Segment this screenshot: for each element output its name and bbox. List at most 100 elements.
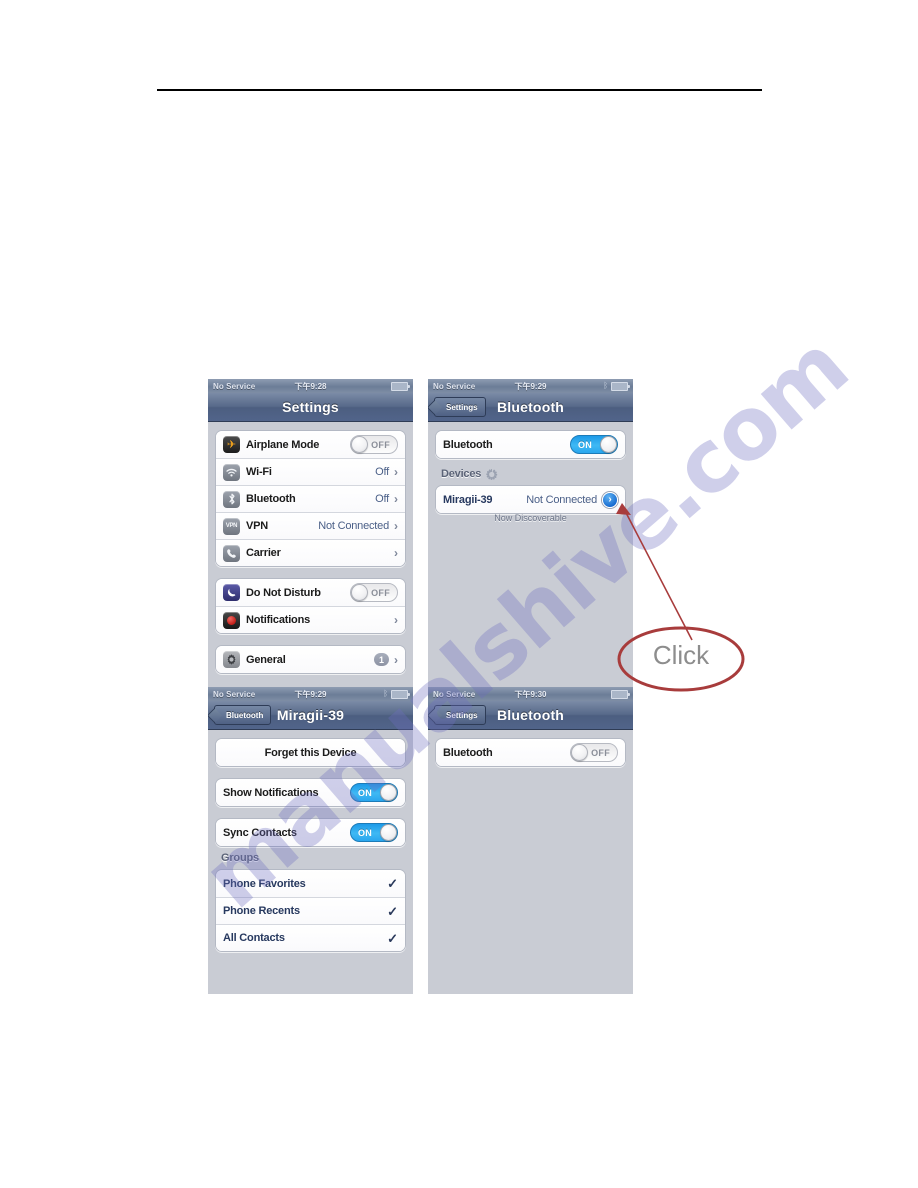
nav-bar: Settings Bluetooth bbox=[428, 701, 633, 730]
airplane-mode-switch[interactable]: OFF bbox=[350, 435, 398, 454]
switch-state-label: ON bbox=[358, 827, 373, 838]
row-label: VPN bbox=[246, 520, 269, 532]
battery-icon bbox=[391, 689, 410, 699]
row-all-contacts[interactable]: All Contacts ✓ bbox=[216, 924, 405, 951]
device-name: Miragii-39 bbox=[443, 493, 493, 506]
switch-knob bbox=[380, 784, 397, 801]
settings-group-alerts: Do Not Disturb OFF Notifications › bbox=[215, 578, 406, 634]
row-carrier[interactable]: Carrier › bbox=[216, 539, 405, 566]
battery-icon bbox=[611, 689, 630, 699]
row-airplane-mode[interactable]: ✈ Airplane Mode OFF bbox=[216, 431, 405, 458]
row-label: Phone Recents bbox=[223, 905, 300, 917]
checkmark-icon: ✓ bbox=[387, 930, 398, 946]
switch-state-label: OFF bbox=[371, 587, 390, 598]
sync-contacts-group: Sync Contacts ON bbox=[215, 818, 406, 847]
screen-bluetooth-on: No Service 下午9:29 ᛒ Settings Bluetooth B… bbox=[428, 379, 633, 687]
switch-state-label: OFF bbox=[591, 747, 610, 758]
settings-group-connectivity: ✈ Airplane Mode OFF Wi-Fi Off › Bluetoot… bbox=[215, 430, 406, 567]
header-rule bbox=[157, 89, 762, 91]
screen-device-detail: No Service 下午9:29 ᛒ Bluetooth Miragii-39… bbox=[208, 687, 413, 994]
bluetooth-toggle-group: Bluetooth OFF bbox=[435, 738, 626, 767]
show-notifications-switch[interactable]: ON bbox=[350, 783, 398, 802]
row-do-not-disturb[interactable]: Do Not Disturb OFF bbox=[216, 579, 405, 606]
row-right: ✓ bbox=[387, 877, 398, 890]
row-general[interactable]: General 1 › bbox=[216, 646, 405, 673]
click-label: Click bbox=[652, 640, 710, 670]
row-right: 1 › bbox=[374, 653, 398, 666]
chevron-right-circle-icon[interactable]: › bbox=[602, 491, 618, 508]
row-sync-contacts[interactable]: Sync Contacts ON bbox=[216, 819, 405, 846]
bluetooth-off-content: Bluetooth OFF bbox=[428, 730, 633, 767]
row-right: › bbox=[394, 547, 398, 559]
back-button[interactable]: Settings bbox=[434, 705, 486, 725]
notifications-icon bbox=[223, 611, 240, 629]
chevron-right-icon: › bbox=[394, 613, 398, 627]
row-value: Off bbox=[375, 466, 389, 478]
battery-icon bbox=[391, 381, 410, 391]
row-right: ON bbox=[570, 435, 618, 454]
row-bluetooth[interactable]: Bluetooth Off › bbox=[216, 485, 405, 512]
row-label: All Contacts bbox=[223, 932, 285, 944]
row-label: General bbox=[246, 653, 286, 666]
row-right: OFF bbox=[350, 583, 398, 602]
bluetooth-status-icon: ᛒ bbox=[383, 689, 388, 698]
switch-knob bbox=[571, 744, 588, 761]
row-phone-recents[interactable]: Phone Recents ✓ bbox=[216, 897, 405, 924]
row-right: ON bbox=[350, 823, 398, 842]
row-label: Do Not Disturb bbox=[246, 586, 321, 599]
row-phone-favorites[interactable]: Phone Favorites ✓ bbox=[216, 870, 405, 897]
row-value: Off bbox=[375, 493, 389, 505]
settings-content: ✈ Airplane Mode OFF Wi-Fi Off › Bluetoot… bbox=[208, 422, 413, 674]
row-right: Off › bbox=[375, 493, 398, 505]
groups-section-header: Groups bbox=[215, 852, 406, 869]
switch-knob bbox=[600, 436, 617, 453]
chevron-right-icon: › bbox=[394, 465, 398, 479]
switch-knob bbox=[351, 584, 368, 601]
battery-icon bbox=[611, 381, 630, 391]
sync-contacts-switch[interactable]: ON bbox=[350, 823, 398, 842]
row-right: Not Connected › bbox=[318, 520, 398, 532]
airplane-icon: ✈ bbox=[223, 436, 240, 453]
status-time: 下午9:30 bbox=[514, 689, 547, 699]
row-wifi[interactable]: Wi-Fi Off › bbox=[216, 458, 405, 485]
bluetooth-icon bbox=[223, 490, 240, 508]
nav-bar: Settings bbox=[208, 393, 413, 422]
back-button[interactable]: Bluetooth bbox=[214, 705, 272, 725]
row-show-notifications[interactable]: Show Notifications ON bbox=[216, 779, 405, 806]
row-notifications[interactable]: Notifications › bbox=[216, 606, 405, 633]
status-right-group: ᛒ bbox=[383, 689, 410, 699]
vpn-icon: VPN bbox=[223, 517, 240, 535]
status-bar: No Service 下午9:29 ᛒ bbox=[208, 687, 413, 701]
row-label: Show Notifications bbox=[223, 786, 319, 799]
row-label: Bluetooth bbox=[246, 493, 296, 505]
device-detail-content: Forget this Device Show Notifications ON… bbox=[208, 730, 413, 952]
forget-button-label: Forget this Device bbox=[264, 746, 357, 759]
row-right: OFF bbox=[350, 435, 398, 454]
do-not-disturb-switch[interactable]: OFF bbox=[350, 583, 398, 602]
contact-groups-list: Phone Favorites ✓ Phone Recents ✓ All Co… bbox=[215, 869, 406, 952]
section-header-label: Groups bbox=[221, 852, 259, 864]
bluetooth-content: Bluetooth ON Devices Miragii-39 Not Conn… bbox=[428, 422, 633, 523]
row-label: Wi-Fi bbox=[246, 466, 272, 478]
wifi-icon bbox=[223, 463, 240, 481]
devices-section-header: Devices bbox=[435, 468, 626, 485]
forget-this-device-button[interactable]: Forget this Device bbox=[216, 739, 405, 766]
checkmark-icon: ✓ bbox=[387, 876, 398, 891]
row-vpn[interactable]: VPN VPN Not Connected › bbox=[216, 512, 405, 539]
settings-group-system: General 1 › bbox=[215, 645, 406, 674]
bluetooth-switch[interactable]: ON bbox=[570, 435, 618, 454]
nav-bar: Settings Bluetooth bbox=[428, 393, 633, 422]
status-badge: 1 bbox=[374, 653, 389, 666]
bluetooth-switch[interactable]: OFF bbox=[570, 743, 618, 762]
back-button[interactable]: Settings bbox=[434, 397, 486, 417]
row-bluetooth-toggle[interactable]: Bluetooth OFF bbox=[436, 739, 625, 766]
status-bar: No Service 下午9:29 ᛒ bbox=[428, 379, 633, 393]
row-right: ON bbox=[350, 783, 398, 802]
row-label: Bluetooth bbox=[443, 746, 493, 759]
row-bluetooth-toggle[interactable]: Bluetooth ON bbox=[436, 431, 625, 458]
device-list-group: Miragii-39 Not Connected › bbox=[435, 485, 626, 514]
row-device-miragii-39[interactable]: Miragii-39 Not Connected › bbox=[436, 486, 625, 513]
status-time: 下午9:28 bbox=[294, 381, 327, 391]
bluetooth-toggle-group: Bluetooth ON bbox=[435, 430, 626, 459]
row-right: Not Connected › bbox=[526, 491, 618, 508]
